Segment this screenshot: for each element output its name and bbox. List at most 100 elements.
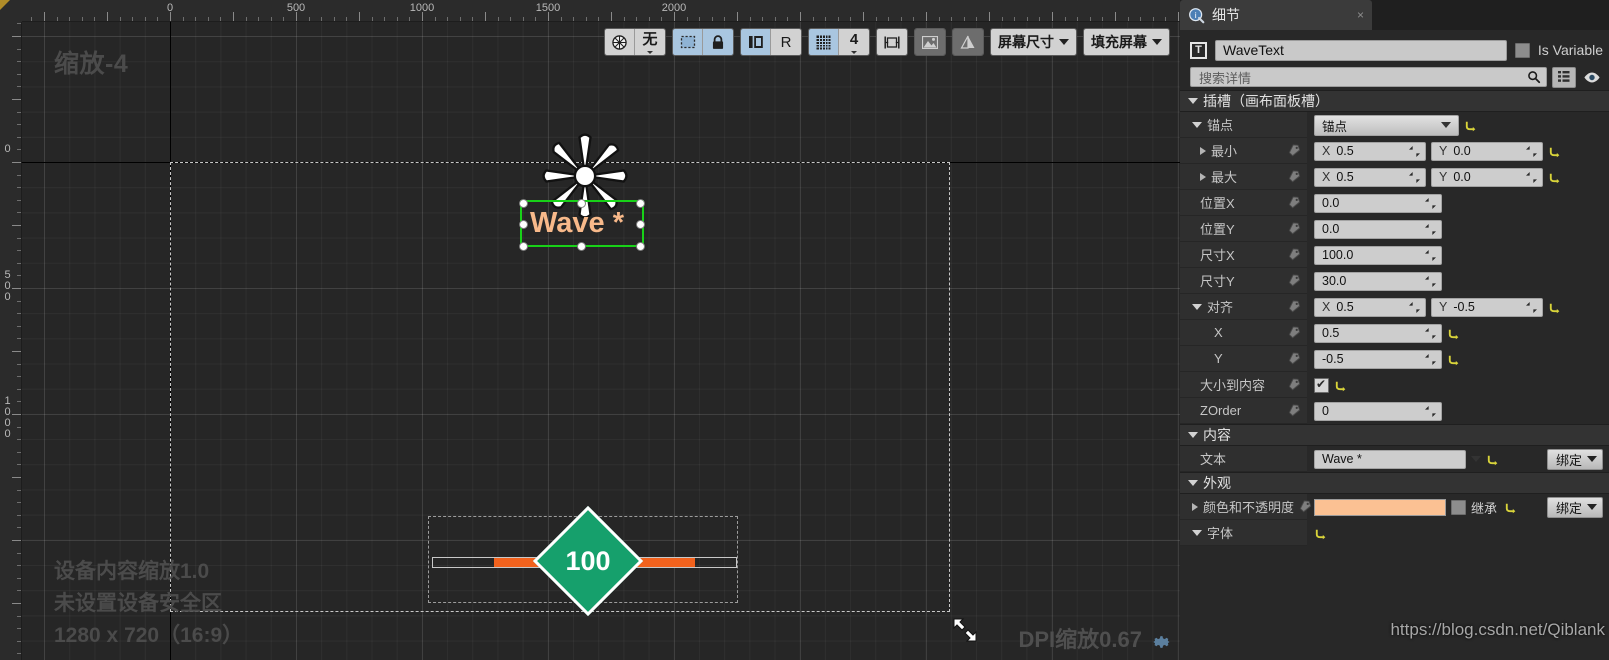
alignment-x-input[interactable]: 0.5 (1314, 323, 1442, 343)
color-swatch[interactable] (1314, 498, 1446, 516)
spinner-icon[interactable] (1526, 145, 1537, 157)
spinner-icon[interactable] (1425, 275, 1436, 287)
designer-toolbar[interactable]: 无 R 4 屏幕尺寸 填充屏幕 (604, 28, 1170, 56)
alignment-y-input[interactable]: -0.5 (1314, 349, 1442, 369)
show-dashed-outlines[interactable] (953, 29, 983, 55)
reset-icon[interactable] (1447, 327, 1460, 340)
reset-icon[interactable] (1314, 527, 1327, 540)
text-bind-button[interactable]: 绑定 (1546, 448, 1603, 470)
selection-handle-ml[interactable] (519, 220, 528, 229)
reset-icon[interactable] (1504, 501, 1517, 514)
anchor-max-y-input[interactable]: Y 0.0 (1431, 167, 1543, 187)
selection-handle-mr[interactable] (636, 220, 645, 229)
tab-details[interactable]: i 细节 × (1180, 0, 1372, 30)
spinner-icon[interactable] (1526, 171, 1537, 183)
reset-icon[interactable] (1548, 171, 1561, 184)
resize-handle-icon[interactable] (952, 617, 978, 643)
healthbar-widget[interactable]: 100 (428, 505, 738, 617)
chevron-down-icon[interactable] (1192, 529, 1202, 536)
reset-icon[interactable] (1548, 301, 1561, 314)
position-y-input[interactable]: 0.0 (1314, 219, 1442, 239)
reset-to-default-button[interactable] (1314, 527, 1327, 540)
horizontal-ruler[interactable]: 0 500 1000 1500 2000 (22, 0, 1180, 22)
anchor-min-x-input[interactable]: X 0.5 (1314, 141, 1426, 161)
reset-icon[interactable] (1486, 453, 1499, 466)
reset-icon[interactable] (1464, 119, 1477, 132)
screen-size-dropdown[interactable]: 屏幕尺寸 (991, 29, 1076, 55)
marquee-select[interactable] (673, 29, 703, 55)
size-y-input[interactable]: 30.0 (1314, 271, 1442, 291)
reset-to-default-button[interactable] (1464, 119, 1477, 132)
reset-to-default-button[interactable] (1548, 145, 1561, 158)
snap-to-widget[interactable] (877, 29, 907, 55)
alignment-x-input[interactable]: X 0.5 (1314, 297, 1426, 317)
spinner-icon[interactable] (1425, 327, 1436, 339)
reset-to-default-button[interactable] (1548, 171, 1561, 184)
selection-handle-br[interactable] (636, 242, 645, 251)
text-input[interactable]: Wave * (1314, 449, 1466, 469)
selection-handle-bc[interactable] (577, 242, 586, 251)
globe-icon[interactable] (605, 29, 635, 55)
pin-icon[interactable] (1288, 248, 1301, 261)
view-options-button[interactable] (1552, 66, 1576, 88)
reset-to-default-button[interactable] (1447, 353, 1460, 366)
selection-handle-bl[interactable] (519, 242, 528, 251)
anchor-max-x-input[interactable]: X 0.5 (1314, 167, 1426, 187)
inherit-checkbox[interactable] (1451, 499, 1466, 515)
property-list[interactable]: 插槽（画布面板槽） 锚点 锚点 最小 X 0.5 Y 0.0 最大 X 0.5 Y 0.0 位置X 0.0 位… (1180, 90, 1609, 546)
reset-to-default-button[interactable] (1504, 501, 1517, 514)
category-slot[interactable]: 插槽（画布面板槽） (1180, 90, 1609, 112)
reset-icon[interactable] (1447, 353, 1460, 366)
selection-handle-tl[interactable] (519, 199, 528, 208)
pin-icon[interactable] (1288, 144, 1301, 157)
rtl-toggle[interactable]: R (771, 29, 801, 55)
selection-handle-tc[interactable] (577, 199, 586, 208)
size-to-content-checkbox[interactable] (1314, 377, 1329, 393)
pin-icon[interactable] (1288, 378, 1301, 391)
zorder-input[interactable]: 0 (1314, 401, 1442, 421)
show-image-outlines[interactable] (915, 29, 945, 55)
pin-icon[interactable] (1288, 352, 1301, 365)
spinner-icon[interactable] (1425, 249, 1436, 261)
is-variable-checkbox[interactable] (1514, 42, 1530, 58)
anchor-min-y-input[interactable]: Y 0.0 (1431, 141, 1543, 161)
designer-viewport[interactable]: 0 500 1000 1500 2000 0 500 1000 缩放-4 Wav… (0, 0, 1180, 660)
chevron-right-icon[interactable] (1200, 172, 1206, 181)
fill-screen-dropdown[interactable]: 填充屏幕 (1084, 29, 1169, 55)
pin-icon[interactable] (1288, 196, 1301, 209)
spinner-icon[interactable] (1409, 171, 1420, 183)
pin-icon[interactable] (1288, 222, 1301, 235)
spinner-icon[interactable] (1526, 301, 1537, 313)
size-x-input[interactable]: 100.0 (1314, 245, 1442, 265)
none-dropdown[interactable]: 无 (635, 29, 665, 55)
spinner-icon[interactable] (1409, 145, 1420, 157)
category-content[interactable]: 内容 (1180, 424, 1609, 446)
lock-icon[interactable] (703, 29, 733, 55)
search-details-input[interactable]: 搜索详情 (1190, 67, 1547, 87)
chevron-right-icon[interactable] (1192, 502, 1198, 511)
position-x-input[interactable]: 0.0 (1314, 193, 1442, 213)
spinner-icon[interactable] (1425, 405, 1436, 417)
chevron-right-icon[interactable] (1200, 146, 1206, 155)
chevron-down-icon[interactable] (1192, 121, 1202, 128)
reset-to-default-button[interactable] (1548, 301, 1561, 314)
selection-handle-tr[interactable] (636, 199, 645, 208)
reset-icon[interactable] (1334, 379, 1347, 392)
pin-icon[interactable] (1288, 170, 1301, 183)
spinner-icon[interactable] (1425, 353, 1436, 365)
chevron-down-icon[interactable] (1471, 456, 1481, 462)
anchors-dropdown[interactable]: 锚点 (1314, 114, 1459, 136)
reset-to-default-button[interactable] (1334, 379, 1347, 392)
alignment-y-input[interactable]: Y -0.5 (1431, 297, 1543, 317)
spinner-icon[interactable] (1425, 197, 1436, 209)
reset-to-default-button[interactable] (1447, 327, 1460, 340)
gear-icon[interactable] (1152, 632, 1172, 652)
close-icon[interactable]: × (1357, 8, 1364, 22)
pin-icon[interactable] (1288, 300, 1301, 313)
pin-icon[interactable] (1288, 274, 1301, 287)
reset-to-default-button[interactable] (1486, 453, 1499, 466)
details-panel[interactable]: i 细节 × T WaveText Is Variable 搜索详情 插槽（画布… (1180, 0, 1609, 660)
localization-preview[interactable] (741, 29, 771, 55)
grid-size-value[interactable]: 4 (839, 29, 869, 55)
color-and-opacity-bind-button[interactable]: 绑定 (1546, 496, 1603, 518)
